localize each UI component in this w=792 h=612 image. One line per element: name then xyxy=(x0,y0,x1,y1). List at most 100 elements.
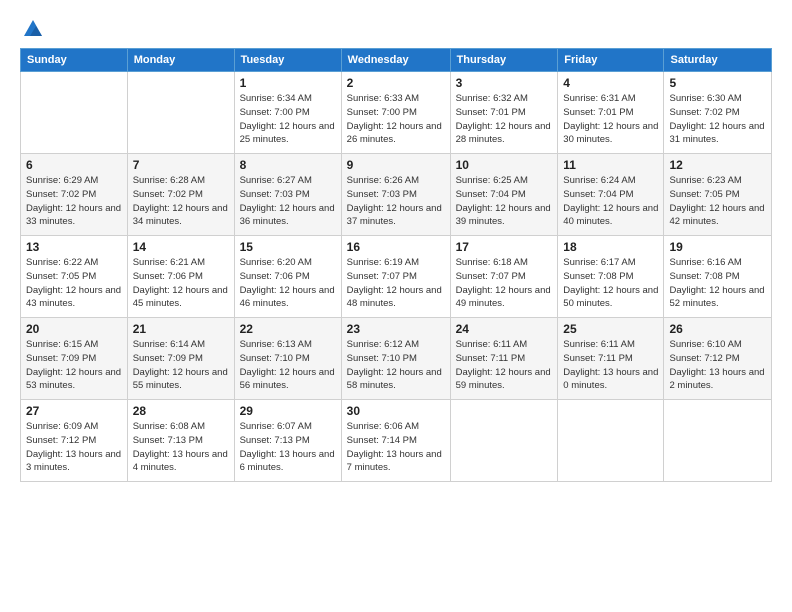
calendar-cell: 28Sunrise: 6:08 AM Sunset: 7:13 PM Dayli… xyxy=(127,400,234,482)
day-number: 12 xyxy=(669,158,766,172)
day-info: Sunrise: 6:08 AM Sunset: 7:13 PM Dayligh… xyxy=(133,420,229,475)
calendar-cell: 11 Sunrise: 6:24 AM Sunset: 7:04 PM Dayli… xyxy=(558,154,664,236)
calendar-cell xyxy=(21,72,128,154)
calendar-cell: 24 Sunrise: 6:11 AM Sunset: 7:11 PM Dayli… xyxy=(450,318,558,400)
logo-icon xyxy=(22,18,44,40)
day-number: 19 xyxy=(669,240,766,254)
day-info: Sunrise: 6:24 AM Sunset: 7:04 PM Dayligh… xyxy=(563,174,658,229)
calendar-cell: 10 Sunrise: 6:25 AM Sunset: 7:04 PM Dayli… xyxy=(450,154,558,236)
weekday-header-friday: Friday xyxy=(558,49,664,72)
day-number: 21 xyxy=(133,322,229,336)
day-info: Sunrise: 6:11 AM Sunset: 7:11 PM Dayligh… xyxy=(456,338,553,393)
day-number: 15 xyxy=(240,240,336,254)
week-row-5: 27 Sunrise: 6:09 AM Sunset: 7:12 PM Dayli… xyxy=(21,400,772,482)
day-number: 3 xyxy=(456,76,553,90)
weekday-header-tuesday: Tuesday xyxy=(234,49,341,72)
day-info: Sunrise: 6:23 AM Sunset: 7:05 PM Dayligh… xyxy=(669,174,766,229)
day-number: 20 xyxy=(26,322,122,336)
day-number: 10 xyxy=(456,158,553,172)
day-info: Sunrise: 6:16 AM Sunset: 7:08 PM Dayligh… xyxy=(669,256,766,311)
calendar-page: SundayMondayTuesdayWednesdayThursdayFrid… xyxy=(0,0,792,612)
week-row-1: 1 Sunrise: 6:34 AM Sunset: 7:00 PM Daylig… xyxy=(21,72,772,154)
calendar-cell: 4Sunrise: 6:31 AM Sunset: 7:01 PM Daylig… xyxy=(558,72,664,154)
day-number: 5 xyxy=(669,76,766,90)
day-info: Sunrise: 6:30 AM Sunset: 7:02 PM Dayligh… xyxy=(669,92,766,147)
day-number: 9 xyxy=(347,158,445,172)
day-number: 11 xyxy=(563,158,658,172)
weekday-header-wednesday: Wednesday xyxy=(341,49,450,72)
day-info: Sunrise: 6:25 AM Sunset: 7:04 PM Dayligh… xyxy=(456,174,553,229)
calendar-cell: 3 Sunrise: 6:32 AM Sunset: 7:01 PM Daylig… xyxy=(450,72,558,154)
week-row-3: 13 Sunrise: 6:22 AM Sunset: 7:05 PM Dayli… xyxy=(21,236,772,318)
calendar-cell: 13 Sunrise: 6:22 AM Sunset: 7:05 PM Dayli… xyxy=(21,236,128,318)
day-number: 24 xyxy=(456,322,553,336)
day-info: Sunrise: 6:15 AM Sunset: 7:09 PM Dayligh… xyxy=(26,338,122,393)
logo xyxy=(20,18,44,40)
day-number: 18 xyxy=(563,240,658,254)
weekday-header-row: SundayMondayTuesdayWednesdayThursdayFrid… xyxy=(21,49,772,72)
day-number: 25 xyxy=(563,322,658,336)
day-info: Sunrise: 6:14 AM Sunset: 7:09 PM Dayligh… xyxy=(133,338,229,393)
calendar-cell xyxy=(664,400,772,482)
calendar-cell: 22 Sunrise: 6:13 AM Sunset: 7:10 PM Dayli… xyxy=(234,318,341,400)
day-info: Sunrise: 6:06 AM Sunset: 7:14 PM Dayligh… xyxy=(347,420,445,475)
calendar-cell: 9 Sunrise: 6:26 AM Sunset: 7:03 PM Daylig… xyxy=(341,154,450,236)
day-number: 17 xyxy=(456,240,553,254)
day-number: 22 xyxy=(240,322,336,336)
calendar-cell: 5 Sunrise: 6:30 AM Sunset: 7:02 PM Daylig… xyxy=(664,72,772,154)
day-info: Sunrise: 6:20 AM Sunset: 7:06 PM Dayligh… xyxy=(240,256,336,311)
day-info: Sunrise: 6:29 AM Sunset: 7:02 PM Dayligh… xyxy=(26,174,122,229)
day-number: 27 xyxy=(26,404,122,418)
day-info: Sunrise: 6:11 AM Sunset: 7:11 PM Dayligh… xyxy=(563,338,658,393)
day-info: Sunrise: 6:22 AM Sunset: 7:05 PM Dayligh… xyxy=(26,256,122,311)
weekday-header-sunday: Sunday xyxy=(21,49,128,72)
calendar-cell: 14Sunrise: 6:21 AM Sunset: 7:06 PM Dayli… xyxy=(127,236,234,318)
weekday-header-saturday: Saturday xyxy=(664,49,772,72)
calendar-cell: 15 Sunrise: 6:20 AM Sunset: 7:06 PM Dayli… xyxy=(234,236,341,318)
day-info: Sunrise: 6:10 AM Sunset: 7:12 PM Dayligh… xyxy=(669,338,766,393)
day-number: 8 xyxy=(240,158,336,172)
calendar-cell: 7Sunrise: 6:28 AM Sunset: 7:02 PM Daylig… xyxy=(127,154,234,236)
day-info: Sunrise: 6:28 AM Sunset: 7:02 PM Dayligh… xyxy=(133,174,229,229)
day-info: Sunrise: 6:09 AM Sunset: 7:12 PM Dayligh… xyxy=(26,420,122,475)
day-number: 13 xyxy=(26,240,122,254)
calendar-cell: 23 Sunrise: 6:12 AM Sunset: 7:10 PM Dayli… xyxy=(341,318,450,400)
weekday-header-monday: Monday xyxy=(127,49,234,72)
day-info: Sunrise: 6:17 AM Sunset: 7:08 PM Dayligh… xyxy=(563,256,658,311)
week-row-2: 6 Sunrise: 6:29 AM Sunset: 7:02 PM Daylig… xyxy=(21,154,772,236)
day-info: Sunrise: 6:27 AM Sunset: 7:03 PM Dayligh… xyxy=(240,174,336,229)
day-info: Sunrise: 6:34 AM Sunset: 7:00 PM Dayligh… xyxy=(240,92,336,147)
calendar-cell: 27 Sunrise: 6:09 AM Sunset: 7:12 PM Dayli… xyxy=(21,400,128,482)
calendar-cell: 6 Sunrise: 6:29 AM Sunset: 7:02 PM Daylig… xyxy=(21,154,128,236)
week-row-4: 20 Sunrise: 6:15 AM Sunset: 7:09 PM Dayli… xyxy=(21,318,772,400)
calendar-cell: 25 Sunrise: 6:11 AM Sunset: 7:11 PM Dayli… xyxy=(558,318,664,400)
calendar-cell: 2 Sunrise: 6:33 AM Sunset: 7:00 PM Daylig… xyxy=(341,72,450,154)
day-info: Sunrise: 6:33 AM Sunset: 7:00 PM Dayligh… xyxy=(347,92,445,147)
day-number: 26 xyxy=(669,322,766,336)
day-info: Sunrise: 6:13 AM Sunset: 7:10 PM Dayligh… xyxy=(240,338,336,393)
calendar-cell xyxy=(558,400,664,482)
weekday-header-thursday: Thursday xyxy=(450,49,558,72)
calendar-cell: 12 Sunrise: 6:23 AM Sunset: 7:05 PM Dayli… xyxy=(664,154,772,236)
day-number: 16 xyxy=(347,240,445,254)
day-info: Sunrise: 6:12 AM Sunset: 7:10 PM Dayligh… xyxy=(347,338,445,393)
calendar-cell: 1 Sunrise: 6:34 AM Sunset: 7:00 PM Daylig… xyxy=(234,72,341,154)
calendar-cell: 30Sunrise: 6:06 AM Sunset: 7:14 PM Dayli… xyxy=(341,400,450,482)
day-info: Sunrise: 6:32 AM Sunset: 7:01 PM Dayligh… xyxy=(456,92,553,147)
day-number: 1 xyxy=(240,76,336,90)
day-info: Sunrise: 6:19 AM Sunset: 7:07 PM Dayligh… xyxy=(347,256,445,311)
day-number: 23 xyxy=(347,322,445,336)
day-number: 29 xyxy=(240,404,336,418)
calendar-cell: 26 Sunrise: 6:10 AM Sunset: 7:12 PM Dayli… xyxy=(664,318,772,400)
calendar-table: SundayMondayTuesdayWednesdayThursdayFrid… xyxy=(20,48,772,482)
calendar-cell: 16 Sunrise: 6:19 AM Sunset: 7:07 PM Dayli… xyxy=(341,236,450,318)
day-number: 4 xyxy=(563,76,658,90)
day-number: 6 xyxy=(26,158,122,172)
day-info: Sunrise: 6:26 AM Sunset: 7:03 PM Dayligh… xyxy=(347,174,445,229)
day-number: 2 xyxy=(347,76,445,90)
day-info: Sunrise: 6:21 AM Sunset: 7:06 PM Dayligh… xyxy=(133,256,229,311)
calendar-cell: 18 Sunrise: 6:17 AM Sunset: 7:08 PM Dayli… xyxy=(558,236,664,318)
calendar-cell: 29Sunrise: 6:07 AM Sunset: 7:13 PM Dayli… xyxy=(234,400,341,482)
header xyxy=(20,18,772,40)
calendar-cell: 8 Sunrise: 6:27 AM Sunset: 7:03 PM Daylig… xyxy=(234,154,341,236)
